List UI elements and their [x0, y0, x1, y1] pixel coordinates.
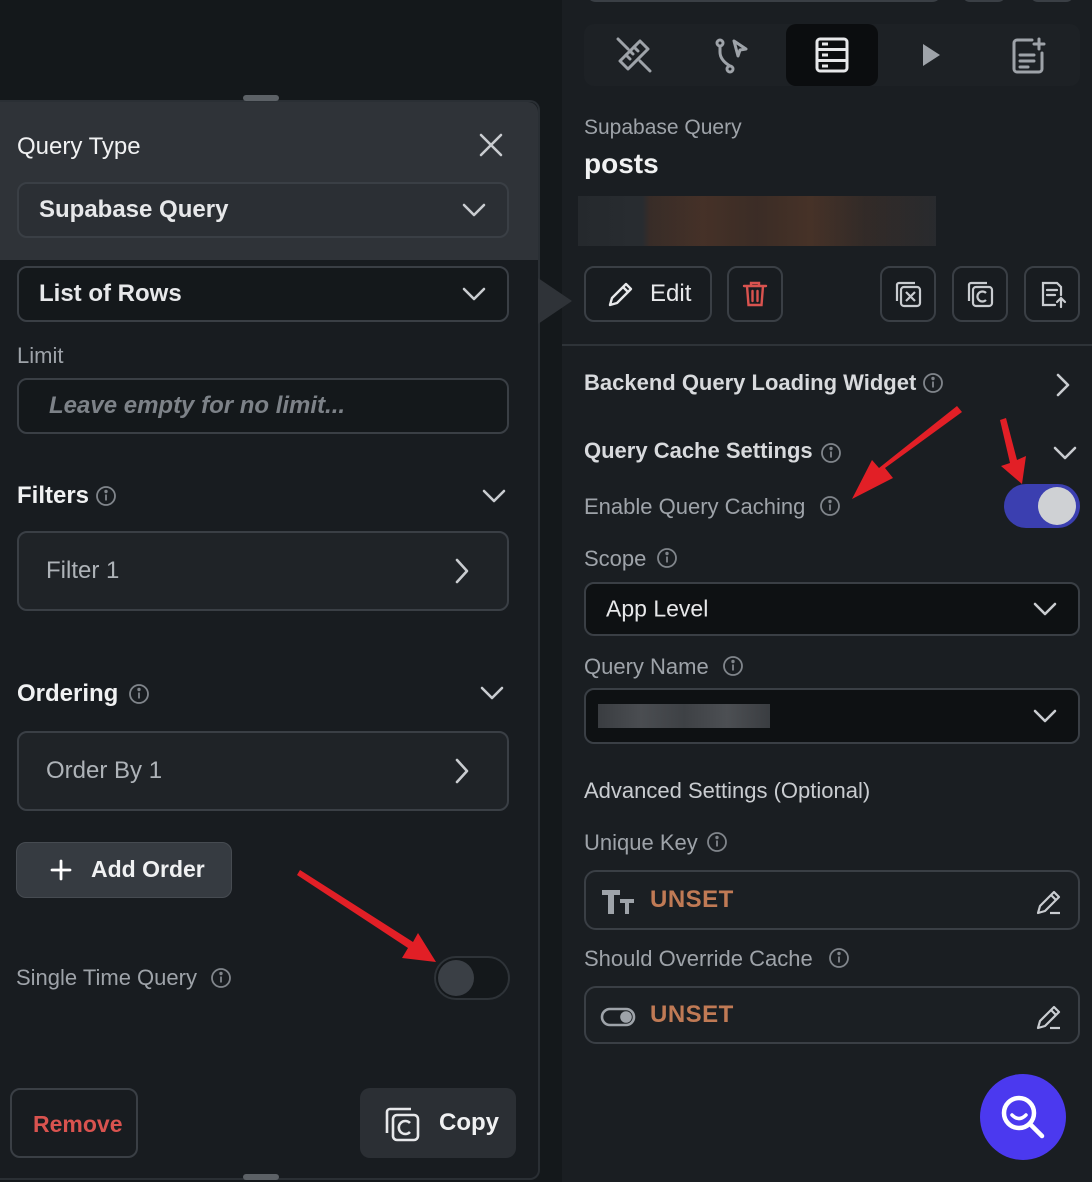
arrow-annotation-icon: [1000, 418, 1026, 484]
arrow-annotation-icon: [852, 406, 962, 499]
annotation-arrows: [297, 406, 1026, 962]
arrow-annotation-icon: [297, 870, 436, 962]
